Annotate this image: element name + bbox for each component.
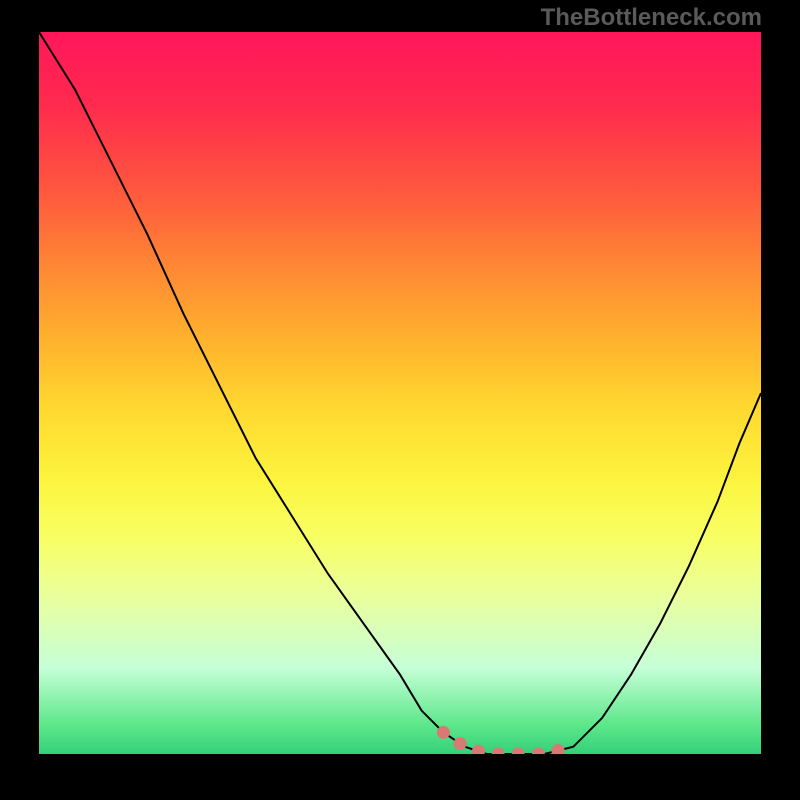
- attribution-label: TheBottleneck.com: [541, 4, 762, 32]
- chart-plot-area: [39, 32, 761, 754]
- chart-stage: TheBottleneck.com: [0, 0, 800, 800]
- chart-svg: [39, 32, 761, 754]
- series-optimal-band: [443, 732, 573, 754]
- series-curve: [39, 32, 761, 754]
